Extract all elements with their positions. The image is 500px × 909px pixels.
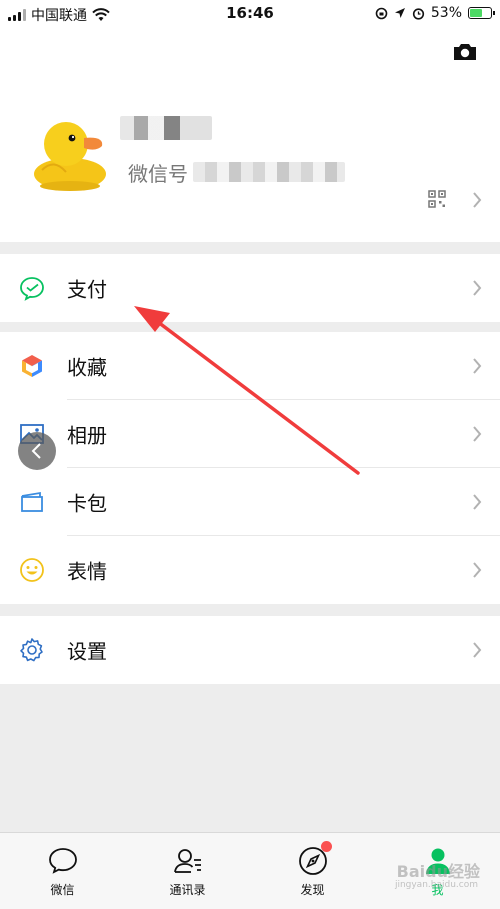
avatar[interactable] bbox=[26, 114, 108, 192]
camera-icon[interactable] bbox=[452, 42, 478, 62]
menu-label-favorites: 收藏 bbox=[67, 355, 107, 380]
qr-code-icon[interactable] bbox=[428, 190, 446, 208]
alarm-clock-icon bbox=[412, 7, 424, 20]
card-wallet-icon bbox=[21, 491, 43, 512]
sticker-smile-icon bbox=[20, 558, 44, 582]
settings-gear-icon bbox=[20, 638, 43, 662]
wechat-id-label: 微信号 bbox=[128, 162, 188, 186]
chevron-right-icon bbox=[473, 192, 482, 208]
watermark: Baidu经验 bbox=[396, 862, 480, 881]
tab-contacts[interactable]: 通讯录 bbox=[125, 833, 250, 909]
menu-group-settings: 设置 bbox=[0, 616, 500, 684]
chevron-right-icon bbox=[473, 642, 482, 658]
tab-label-discover: 发现 bbox=[300, 883, 325, 897]
menu-label-stickers: 表情 bbox=[67, 559, 107, 584]
rotation-lock-icon bbox=[375, 7, 388, 19]
discover-badge-dot bbox=[320, 841, 332, 852]
nickname-blurred bbox=[120, 116, 212, 140]
menu-item-cards[interactable]: 卡包 bbox=[0, 468, 500, 536]
chevron-right-icon bbox=[473, 494, 482, 510]
menu-group-main: 收藏 相册 卡包 表情 bbox=[0, 332, 500, 604]
menu-label-album: 相册 bbox=[67, 423, 107, 448]
wechat-pay-icon bbox=[20, 277, 44, 301]
location-arrow-icon bbox=[394, 8, 405, 18]
profile-header[interactable]: 微信号 bbox=[0, 28, 500, 242]
menu-item-pay[interactable]: 支付 bbox=[0, 254, 500, 322]
tab-label-chats: 微信 bbox=[50, 883, 75, 897]
menu-group-pay: 支付 bbox=[0, 254, 500, 322]
battery-level bbox=[470, 9, 482, 17]
floating-back-button[interactable] bbox=[18, 432, 56, 470]
chevron-left-icon bbox=[31, 443, 41, 459]
battery-icon bbox=[468, 7, 495, 19]
chevron-right-icon bbox=[473, 426, 482, 442]
favorites-cube-icon bbox=[22, 355, 42, 377]
contacts-icon bbox=[173, 849, 201, 873]
chevron-right-icon bbox=[473, 280, 482, 296]
menu-item-settings[interactable]: 设置 bbox=[0, 616, 500, 684]
menu-item-stickers[interactable]: 表情 bbox=[0, 536, 500, 604]
status-bar: 中国联通 16:46 53% bbox=[0, 0, 500, 28]
menu-item-album[interactable]: 相册 bbox=[0, 400, 500, 468]
menu-label-settings: 设置 bbox=[67, 639, 107, 664]
watermark-sub: jingyan.baidu.com bbox=[394, 880, 478, 890]
status-right: 53% bbox=[375, 5, 495, 21]
battery-percent: 53% bbox=[430, 5, 462, 21]
tab-chats[interactable]: 微信 bbox=[0, 833, 125, 909]
chevron-right-icon bbox=[473, 358, 482, 374]
wechat-id-blurred bbox=[193, 162, 345, 182]
chevron-right-icon bbox=[473, 562, 482, 578]
menu-label-cards: 卡包 bbox=[67, 491, 107, 516]
tab-label-contacts: 通讯录 bbox=[169, 883, 206, 897]
chat-bubble-icon bbox=[48, 848, 77, 874]
tab-discover[interactable]: 发现 bbox=[250, 833, 375, 909]
menu-item-favorites[interactable]: 收藏 bbox=[0, 332, 500, 400]
menu-label-pay: 支付 bbox=[67, 277, 107, 302]
